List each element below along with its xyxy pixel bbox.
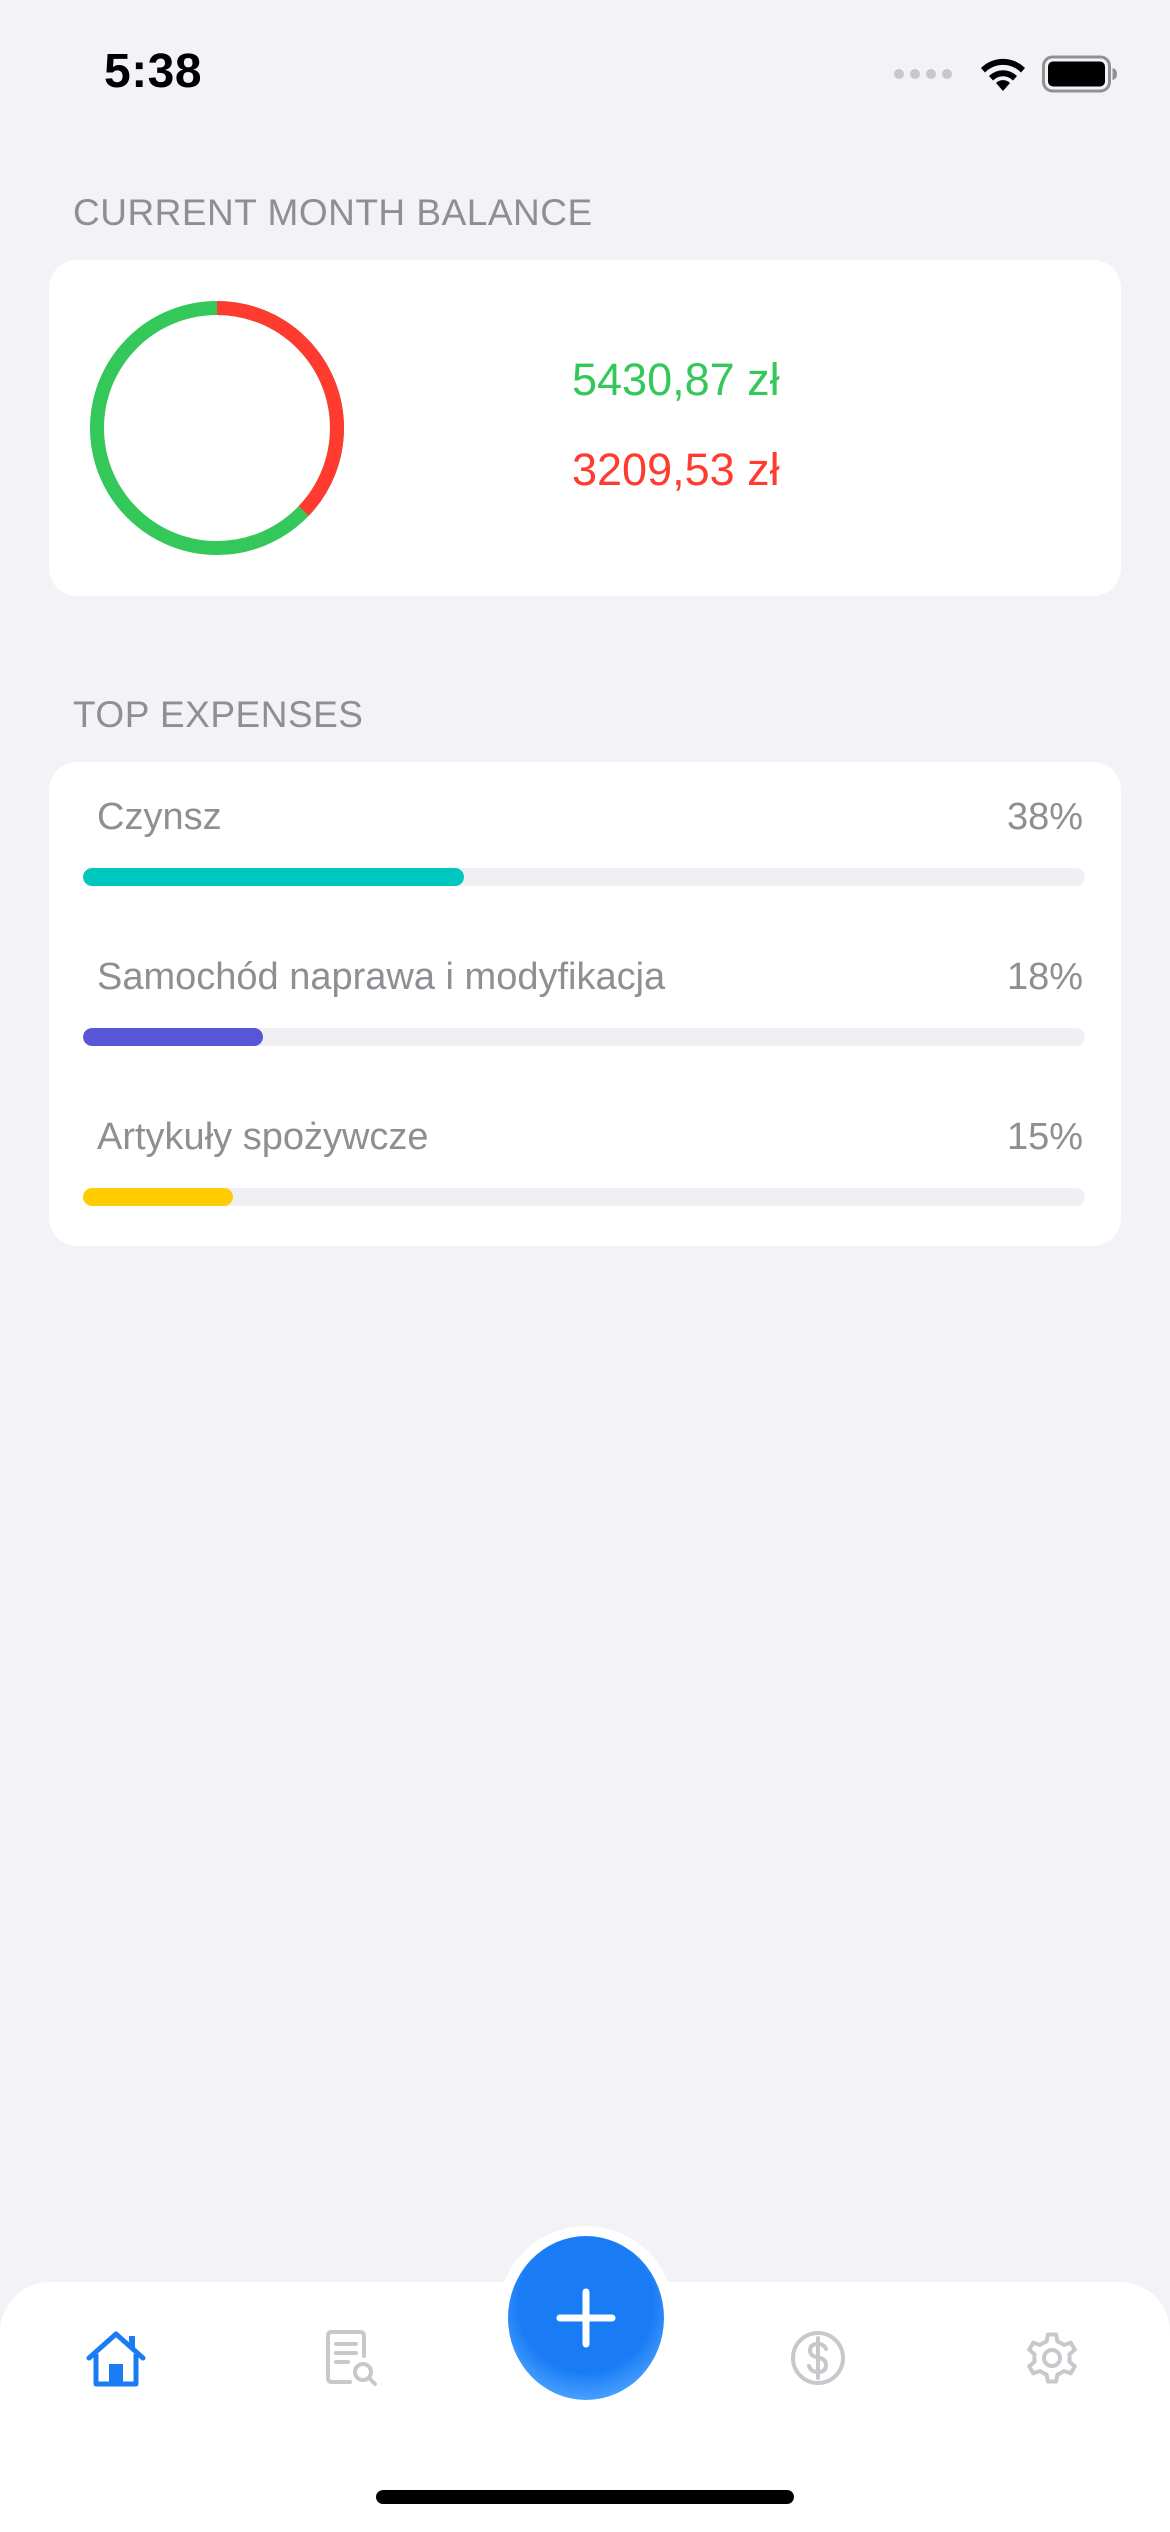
balance-section-header: CURRENT MONTH BALANCE (73, 192, 593, 233)
gear-icon (1027, 2332, 1077, 2384)
expense-category-name: Artykuły spożywcze (97, 1116, 429, 1158)
expense-progress-track (83, 1028, 1085, 1046)
battery-icon (1042, 55, 1117, 93)
expense-progress-track (83, 868, 1085, 886)
document-search-icon (326, 2330, 377, 2386)
plus-icon (556, 2288, 616, 2348)
expense-progress-fill (83, 1028, 264, 1046)
status-bar: 5:38 (0, 0, 1170, 150)
home-indicator (376, 2490, 794, 2504)
status-time: 5:38 (104, 45, 203, 98)
dollar-circle-icon (791, 2331, 845, 2385)
screen: 5:38 CURRENT MONTH BALANCE 5430,87 zł 32… (0, 0, 1170, 2532)
expense-progress-track (83, 1188, 1085, 1206)
home-icon (86, 2331, 146, 2387)
add-transaction-button[interactable] (508, 2236, 664, 2400)
expense-row[interactable]: Artykuły spożywcze 15% (49, 1082, 1121, 1242)
tab-budget[interactable] (782, 2322, 854, 2394)
expense-row[interactable]: Samochód naprawa i modyfikacja 18% (49, 922, 1121, 1082)
expense-amount: 3209,53 zł (572, 444, 780, 495)
expense-progress-fill (83, 868, 464, 886)
balance-card[interactable] (49, 260, 1121, 596)
status-icons (894, 52, 1118, 96)
tab-home[interactable] (80, 2322, 152, 2394)
wifi-icon (981, 58, 1025, 91)
cellular-dots-icon (894, 69, 952, 79)
expense-row[interactable]: Czynsz 38% (49, 762, 1121, 922)
expense-percent: 38% (1006, 796, 1083, 838)
expense-category-name: Samochód naprawa i modyfikacja (97, 956, 666, 998)
balance-donut-chart (90, 301, 344, 555)
top-expenses-card: Czynsz 38% Samochód naprawa i modyfikacj… (49, 762, 1121, 1246)
tab-settings[interactable] (1016, 2322, 1088, 2394)
expense-category-name: Czynsz (97, 796, 222, 838)
expense-progress-fill (83, 1188, 234, 1206)
income-amount: 5430,87 zł (572, 354, 780, 405)
expense-percent: 15% (1006, 1116, 1083, 1158)
tab-transactions[interactable] (314, 2322, 386, 2394)
top-expenses-section-header: TOP EXPENSES (73, 694, 364, 735)
expense-percent: 18% (1006, 956, 1083, 998)
